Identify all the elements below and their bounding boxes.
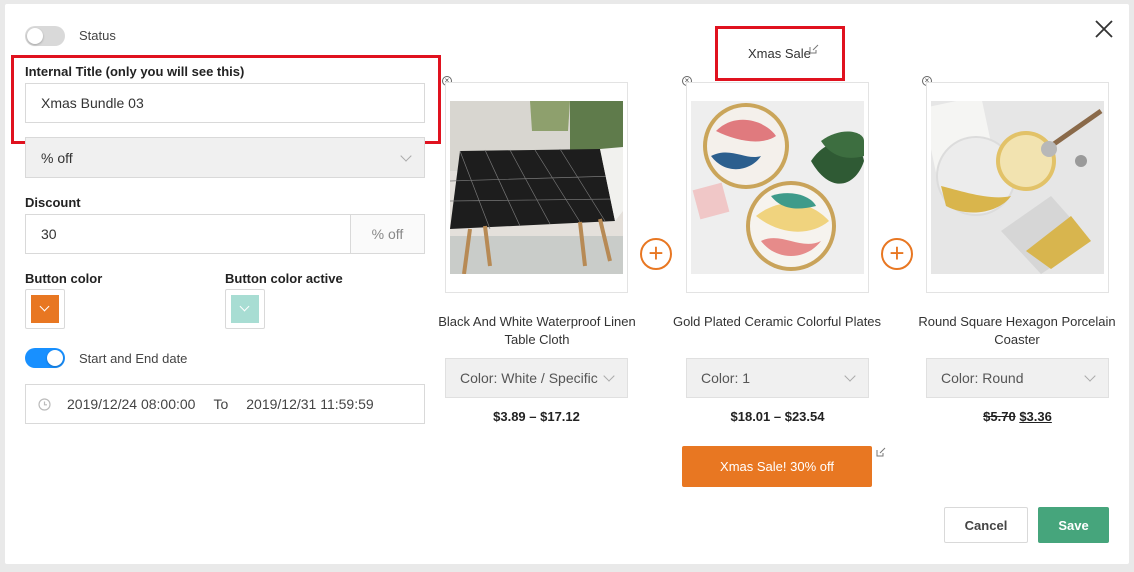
bundle-editor-modal: Status Internal Title (only you will see… — [5, 4, 1129, 564]
button-color-active-label: Button color active — [225, 271, 343, 286]
product-card-3[interactable] — [926, 82, 1109, 293]
price-old: $5.70 — [983, 409, 1016, 424]
discount-label: Discount — [25, 195, 81, 210]
date-range-input[interactable]: 2019/12/24 08:00:00 To 2019/12/31 11:59:… — [25, 384, 425, 424]
highlight-bundle-title — [715, 26, 845, 81]
product-image-ceramic-plates — [691, 101, 864, 274]
chevron-down-icon — [603, 370, 615, 382]
save-button[interactable]: Save — [1038, 507, 1109, 543]
chevron-down-icon — [844, 370, 856, 382]
chevron-down-icon — [400, 150, 412, 162]
date-separator: To — [213, 396, 229, 412]
discount-value: 30 — [41, 226, 57, 242]
clock-icon — [38, 397, 51, 411]
variant-value-3: Color: Round — [941, 370, 1024, 386]
variant-select-2[interactable]: Color: 1 — [686, 358, 869, 398]
button-color-picker[interactable] — [25, 289, 65, 329]
button-color-swatch — [31, 295, 59, 323]
highlight-internal-title — [11, 55, 441, 144]
end-date[interactable]: 2019/12/31 11:59:59 — [246, 396, 373, 412]
button-color-active-swatch — [231, 295, 259, 323]
product-name-1: Black And White Waterproof Linen Table C… — [438, 314, 636, 347]
product-price-1: $3.89 – $17.12 — [493, 409, 580, 424]
product-name-2: Gold Plated Ceramic Colorful Plates — [672, 314, 882, 329]
discount-type-select[interactable]: % off — [25, 137, 425, 178]
start-date[interactable]: 2019/12/24 08:00:00 — [67, 396, 195, 412]
chevron-down-icon — [39, 301, 50, 312]
plus-icon: + — [640, 238, 672, 270]
date-range-toggle[interactable] — [25, 348, 65, 368]
status-toggle[interactable] — [25, 26, 65, 46]
product-card-2[interactable] — [686, 82, 869, 293]
button-color-label: Button color — [25, 271, 103, 286]
date-range-label: Start and End date — [79, 351, 188, 366]
variant-select-1[interactable]: Color: White / Specific — [445, 358, 628, 398]
product-card-1[interactable] — [445, 82, 628, 293]
variant-value-2: Color: 1 — [701, 370, 751, 386]
price-new: $3.36 — [1019, 409, 1052, 424]
discount-type-value: % off — [41, 149, 73, 166]
bundle-cta-button[interactable]: Xmas Sale! 30% off — [682, 446, 872, 487]
button-color-active-picker[interactable] — [225, 289, 265, 329]
variant-value-1: Color: White / Specific — [460, 370, 598, 386]
cancel-button[interactable]: Cancel — [944, 507, 1028, 543]
product-name-3: Round Square Hexagon Porcelain Coaster — [918, 314, 1116, 347]
product-image-table-cloth — [450, 101, 623, 274]
status-label: Status — [79, 28, 116, 43]
close-icon[interactable] — [1094, 19, 1114, 39]
product-price-2: $18.01 – $23.54 — [730, 409, 825, 424]
product-image-porcelain-coaster — [931, 101, 1104, 274]
plus-icon: + — [881, 238, 913, 270]
chevron-down-icon — [239, 301, 250, 312]
chevron-down-icon — [1084, 370, 1096, 382]
product-price-3: $5.70 $3.36 — [926, 409, 1109, 424]
discount-input[interactable]: 30 — [25, 214, 351, 254]
variant-select-3[interactable]: Color: Round — [926, 358, 1109, 398]
discount-suffix: % off — [350, 214, 425, 254]
edit-icon[interactable] — [876, 447, 886, 457]
